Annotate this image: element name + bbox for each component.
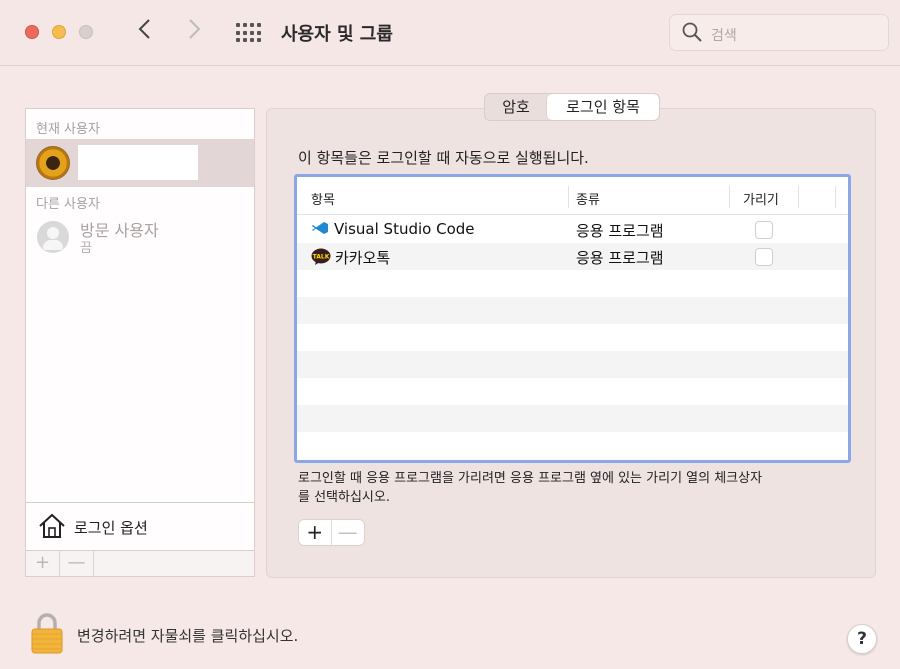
- item-name: 카카오톡: [335, 249, 391, 267]
- empty-row: [297, 270, 848, 297]
- empty-row: [297, 324, 848, 351]
- help-button[interactable]: ?: [847, 624, 877, 654]
- lock-instruction-text: 변경하려면 자물쇠를 클릭하십시오.: [77, 627, 299, 645]
- user-avatar: [36, 146, 70, 180]
- chevron-left-icon: [138, 19, 150, 39]
- column-divider: [729, 186, 730, 208]
- column-divider: [798, 186, 799, 208]
- empty-row: [297, 378, 848, 405]
- hide-instructions-note: 로그인할 때 응용 프로그램을 가리려면 응용 프로그램 옆에 있는 가리기 열…: [298, 471, 763, 505]
- search-placeholder: 검색: [711, 28, 737, 44]
- show-all-grid-icon[interactable]: [236, 23, 262, 43]
- add-login-item-button[interactable]: +: [299, 520, 332, 545]
- login-items-description: 이 항목들은 로그인할 때 자동으로 실행됩니다.: [298, 149, 589, 167]
- toolbar: 사용자 및 그룹 검색: [0, 0, 900, 66]
- minimize-window-button[interactable]: [52, 25, 66, 39]
- login-options-label: 로그인 옵션: [74, 519, 148, 537]
- window-title: 사용자 및 그룹: [281, 24, 393, 45]
- guest-avatar: [37, 221, 69, 253]
- forward-button[interactable]: [180, 18, 208, 46]
- user-list-toolbar: + —: [26, 550, 254, 576]
- other-users-section-label: 다른 사용자: [36, 197, 100, 212]
- tab-login-items[interactable]: 로그인 항목: [547, 94, 659, 120]
- login-items-add-remove: + —: [298, 519, 365, 546]
- column-divider: [835, 186, 836, 208]
- column-header-kind[interactable]: 종류: [576, 189, 600, 208]
- current-user-section-label: 현재 사용자: [36, 122, 100, 137]
- item-name-cell: Visual Studio Code: [311, 220, 475, 238]
- search-field[interactable]: 검색: [669, 14, 889, 51]
- table-row[interactable]: TALK 카카오톡 응용 프로그램: [297, 243, 848, 270]
- column-divider: [568, 186, 569, 208]
- add-user-button[interactable]: +: [26, 551, 60, 576]
- remove-user-button[interactable]: —: [60, 551, 94, 576]
- empty-row: [297, 432, 848, 459]
- chevron-right-icon: [189, 19, 201, 39]
- item-name: Visual Studio Code: [334, 220, 475, 238]
- kakaotalk-icon: TALK: [311, 248, 331, 265]
- house-icon: [39, 513, 65, 538]
- close-window-button[interactable]: [25, 25, 39, 39]
- hide-checkbox[interactable]: [755, 248, 773, 266]
- empty-row: [297, 297, 848, 324]
- current-user-row[interactable]: [26, 139, 254, 187]
- login-options-item[interactable]: 로그인 옵션: [26, 502, 254, 550]
- search-icon: [682, 22, 702, 42]
- login-items-table[interactable]: 항목 종류 가리기 Visual Studio Code 응용 프로그램 TAL…: [294, 174, 851, 463]
- user-list-panel: 현재 사용자 다른 사용자 방문 사용자 끔 로그인 옵션 + —: [25, 108, 255, 577]
- table-row[interactable]: Visual Studio Code 응용 프로그램: [297, 216, 848, 243]
- remove-login-item-button[interactable]: —: [332, 520, 365, 545]
- lock-icon[interactable]: [30, 612, 64, 654]
- hide-checkbox[interactable]: [755, 221, 773, 239]
- zoom-window-button[interactable]: [79, 25, 93, 39]
- tab-bar: 암호 로그인 항목: [484, 93, 660, 121]
- table-header: 항목 종류 가리기: [297, 177, 848, 215]
- svg-text:TALK: TALK: [313, 254, 330, 261]
- empty-row: [297, 351, 848, 378]
- back-button[interactable]: [131, 18, 159, 46]
- vscode-icon: [312, 222, 328, 234]
- item-kind: 응용 프로그램: [576, 249, 664, 267]
- column-header-hide[interactable]: 가리기: [743, 189, 779, 208]
- empty-row: [297, 405, 848, 432]
- guest-user-status: 끔: [80, 241, 92, 256]
- tab-password[interactable]: 암호: [485, 94, 547, 120]
- item-kind: 응용 프로그램: [576, 222, 664, 240]
- column-header-item[interactable]: 항목: [311, 189, 335, 208]
- item-name-cell: TALK 카카오톡: [311, 247, 390, 268]
- current-user-name: [78, 145, 198, 180]
